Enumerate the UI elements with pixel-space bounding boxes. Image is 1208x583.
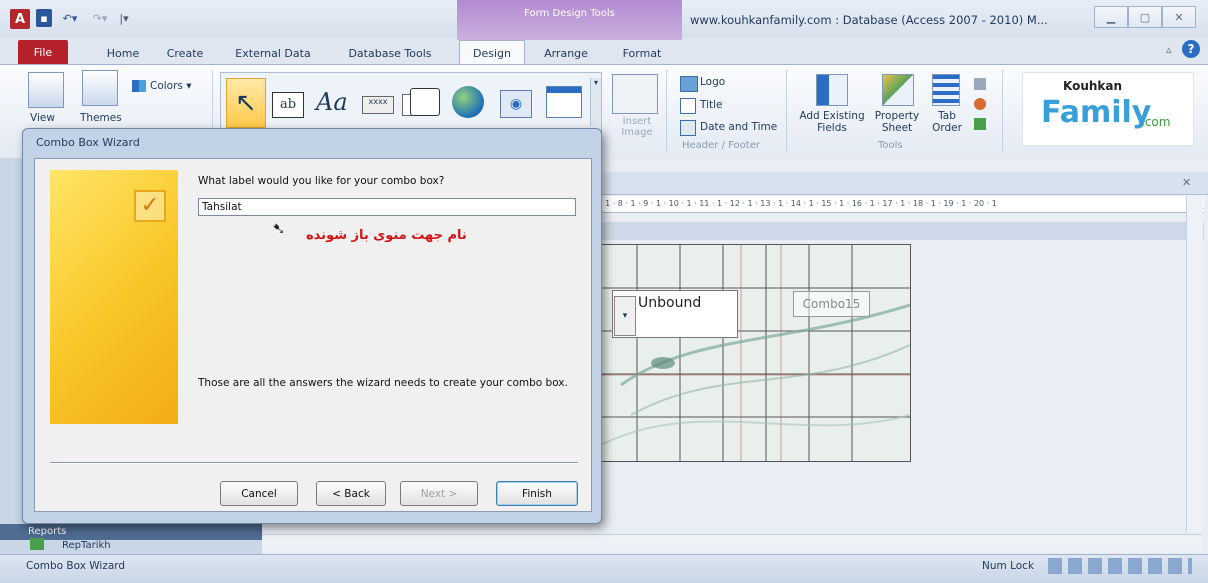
tab-arrange[interactable]: Arrange xyxy=(534,42,598,64)
tab-database-tools[interactable]: Database Tools xyxy=(340,42,440,64)
tab-home[interactable]: Home xyxy=(98,42,148,64)
gallery-more-icon[interactable]: ▾ xyxy=(590,78,601,126)
colors-icon[interactable] xyxy=(132,80,146,92)
window-title: www.kouhkanfamily.com : Database (Access… xyxy=(690,13,1048,27)
back-button[interactable]: < Back xyxy=(316,481,386,506)
finish-button[interactable]: Finish xyxy=(496,481,578,506)
logo-label[interactable]: Logo xyxy=(700,76,725,88)
date-time-icon[interactable] xyxy=(680,120,696,136)
brand-logo-main: Family xyxy=(1041,95,1152,130)
subform-icon[interactable] xyxy=(974,78,986,90)
brand-logo-top: Kouhkan xyxy=(1063,79,1123,93)
header-footer-group-label: Header / Footer xyxy=(682,140,760,151)
undo-icon[interactable]: ↶▾ xyxy=(56,9,84,27)
navigation-control-icon[interactable] xyxy=(546,86,582,118)
checkmark-icon: ✓ xyxy=(134,190,166,222)
close-button[interactable]: ✕ xyxy=(1162,6,1196,28)
mouse-cursor-icon: ➷ xyxy=(272,219,286,238)
insert-image-icon[interactable] xyxy=(612,74,658,114)
close-document-icon[interactable]: ✕ xyxy=(1182,176,1191,189)
wizard-info-text: Those are all the answers the wizard nee… xyxy=(198,377,568,389)
title-label[interactable]: Title xyxy=(700,99,723,111)
customize-qat-icon[interactable]: |▾ xyxy=(116,9,132,27)
tab-format[interactable]: Format xyxy=(610,42,674,64)
logo-icon[interactable] xyxy=(680,76,698,92)
insert-image-label[interactable]: Insert Image xyxy=(614,116,660,138)
help-icon[interactable]: ? xyxy=(1182,40,1200,58)
tab-order-label[interactable]: Tab Order xyxy=(930,110,964,134)
redo-icon[interactable]: ↷▾ xyxy=(86,9,114,27)
brand-logo: Kouhkan Family .com xyxy=(1022,72,1194,146)
tab-file[interactable]: File xyxy=(18,40,68,64)
access-app-icon[interactable]: A xyxy=(10,9,30,29)
form-design-tools-context: Form Design Tools xyxy=(457,0,682,40)
horizontal-ruler: · 1 · 8 · 1 · 9 · 1 · 10 · 1 · 11 · 1 · … xyxy=(600,196,1204,213)
combo-label-control[interactable]: Combo15 xyxy=(793,291,870,317)
web-browser-control-icon[interactable]: ◉ xyxy=(500,90,532,118)
num-lock-indicator: Num Lock xyxy=(982,560,1035,572)
combo-unbound-text: Unbound xyxy=(638,295,702,311)
form-grid-lines xyxy=(601,245,910,461)
label-control-icon[interactable]: Aa xyxy=(316,88,348,116)
next-button[interactable]: Next > xyxy=(400,481,478,506)
add-existing-fields-icon[interactable] xyxy=(816,74,848,106)
minimize-ribbon-icon[interactable]: ▵ xyxy=(1166,43,1172,56)
property-sheet-label[interactable]: Property Sheet xyxy=(872,110,922,134)
view-label: View xyxy=(30,112,55,124)
page-control-icon[interactable] xyxy=(410,88,440,116)
dialog-title: Combo Box Wizard xyxy=(36,136,140,149)
title-icon[interactable] xyxy=(680,98,696,114)
save-icon[interactable]: ▪ xyxy=(36,9,52,27)
label-prompt: What label would you like for your combo… xyxy=(198,175,445,187)
view-code-icon[interactable] xyxy=(974,98,986,110)
combo-label-input[interactable] xyxy=(198,198,576,216)
property-sheet-icon[interactable] xyxy=(882,74,914,106)
textbox-control-icon[interactable]: ab xyxy=(272,92,304,118)
combo-dropdown-icon[interactable]: ▾ xyxy=(614,296,636,336)
dialog-divider xyxy=(50,462,578,464)
form-grid[interactable] xyxy=(600,244,911,462)
report-icon xyxy=(30,538,44,550)
hyperlink-globe-icon[interactable] xyxy=(452,86,484,118)
cancel-button[interactable]: Cancel xyxy=(220,481,298,506)
detail-section-bar[interactable] xyxy=(600,222,1204,240)
convert-macros-icon[interactable] xyxy=(974,118,986,130)
tab-create[interactable]: Create xyxy=(160,42,210,64)
tab-external-data[interactable]: External Data xyxy=(228,42,318,64)
persian-annotation: نام جهت منوی باز شونده xyxy=(306,228,467,243)
date-time-label[interactable]: Date and Time xyxy=(700,121,777,133)
horizontal-scrollbar[interactable] xyxy=(262,534,1202,551)
view-switcher-icons[interactable] xyxy=(1048,558,1192,574)
maximize-button[interactable]: ▢ xyxy=(1128,6,1162,28)
themes-label: Themes xyxy=(80,112,122,124)
add-existing-fields-label[interactable]: Add Existing Fields xyxy=(794,110,870,134)
tab-order-icon[interactable] xyxy=(932,74,960,106)
vertical-scrollbar[interactable] xyxy=(1186,196,1203,532)
button-control-icon[interactable]: xxxx xyxy=(362,96,394,114)
tools-group-label: Tools xyxy=(878,140,903,151)
nav-item-reptarikh[interactable]: RepTarikh xyxy=(62,540,111,551)
select-pointer-icon[interactable]: ↖ xyxy=(226,78,266,128)
minimize-button[interactable]: ▁ xyxy=(1094,6,1128,28)
view-icon[interactable] xyxy=(28,72,64,108)
tab-design[interactable]: Design xyxy=(459,40,525,66)
status-text: Combo Box Wizard xyxy=(26,560,126,572)
brand-logo-suffix: .com xyxy=(1141,115,1171,129)
themes-icon[interactable] xyxy=(82,70,118,106)
colors-label[interactable]: Colors ▾ xyxy=(150,80,192,92)
